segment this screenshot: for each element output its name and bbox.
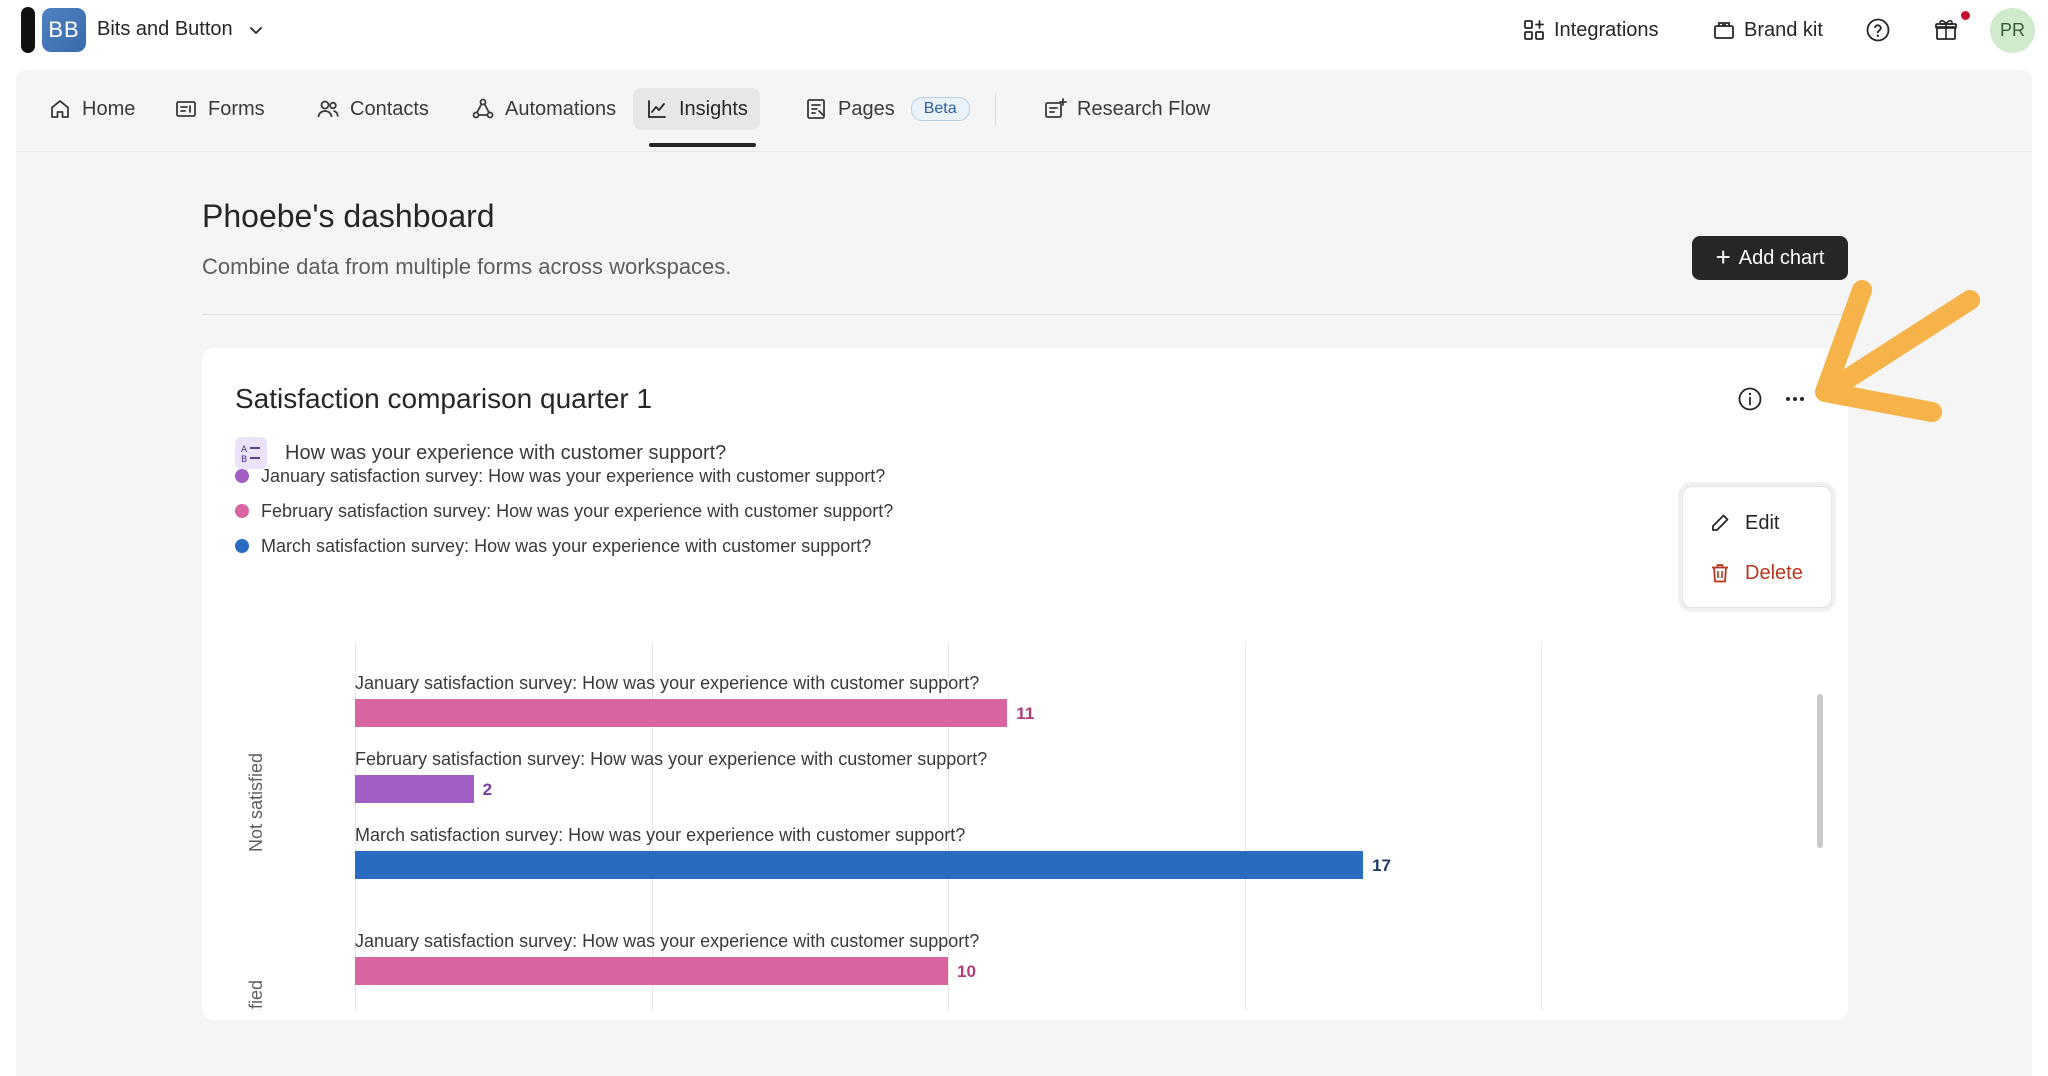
tab-forms-label: Forms	[208, 97, 265, 120]
pencil-icon	[1712, 514, 1729, 531]
trash-icon	[1712, 564, 1728, 583]
active-tab-indicator	[649, 143, 756, 147]
menu-item-label: Delete	[1745, 561, 1803, 584]
bar-label: March satisfaction survey: How was your …	[355, 825, 966, 845]
tab-insights[interactable]: Insights	[633, 88, 760, 130]
beta-badge: Beta	[910, 97, 970, 121]
plus-icon: +	[1715, 242, 1731, 272]
grid-line	[1541, 643, 1542, 1020]
sidebar-toggle[interactable]	[21, 7, 35, 53]
tab-home[interactable]: Home	[36, 88, 147, 130]
brand-kit-link[interactable]: Brand kit	[1712, 16, 1823, 44]
bar-label: January satisfaction survey: How was you…	[355, 673, 980, 693]
help-icon[interactable]	[1865, 17, 1891, 43]
bar-value: 10	[957, 962, 976, 981]
forms-icon	[176, 101, 196, 117]
grid-line	[1244, 643, 1246, 1020]
tab-contacts[interactable]: Contacts	[304, 88, 441, 130]
workspace-avatar[interactable]: BB	[42, 8, 86, 52]
notification-dot	[1961, 11, 1970, 20]
integrations-link[interactable]: Integrations	[1522, 16, 1659, 44]
tab-pages-label: Pages	[838, 97, 895, 120]
bar[interactable]	[355, 775, 474, 803]
menu-item-delete[interactable]: Delete	[1709, 557, 1803, 589]
brand-kit-label: Brand kit	[1744, 18, 1823, 41]
top-bar: BB Bits and Button Integrations Brand ki…	[0, 0, 2048, 62]
tab-research-flow[interactable]: Research Flow	[1031, 88, 1222, 130]
pages-icon	[807, 99, 825, 119]
nav-bar: Home Forms Contacts Automations Insights…	[16, 70, 2032, 152]
page-subtitle: Combine data from multiple forms across …	[202, 254, 732, 279]
tab-automations-label: Automations	[505, 97, 617, 120]
contacts-icon	[317, 100, 339, 118]
main-frame: Home Forms Contacts Automations Insights…	[16, 70, 2032, 1076]
tab-automations[interactable]: Automations	[459, 88, 628, 130]
tab-forms[interactable]: Forms	[162, 88, 277, 130]
insights-icon	[648, 100, 666, 118]
bar-label: February satisfaction survey: How was yo…	[355, 749, 988, 769]
bar-label: January satisfaction survey: How was you…	[355, 931, 980, 951]
gift-icon[interactable]	[1933, 17, 1959, 43]
home-icon	[51, 100, 69, 118]
chart-scrollbar[interactable]	[1817, 694, 1823, 848]
tab-pages[interactable]: Pages Beta	[792, 88, 982, 130]
bar-value: 2	[482, 780, 493, 799]
user-avatar[interactable]: PR	[1990, 8, 2035, 53]
tab-home-label: Home	[82, 97, 136, 120]
chart-card: Satisfaction comparison quarter 1 AB How…	[202, 348, 1848, 1020]
chevron-down-icon[interactable]	[248, 22, 264, 38]
bar-chart: January satisfaction survey: How was you…	[202, 348, 1848, 1020]
automations-icon	[472, 98, 494, 119]
menu-item-label: Edit	[1745, 511, 1780, 534]
tab-contacts-label: Contacts	[350, 97, 429, 120]
integrations-icon	[1524, 20, 1544, 40]
workspace-name[interactable]: Bits and Button	[97, 18, 233, 41]
chart-clip	[202, 1010, 1848, 1020]
bar[interactable]	[355, 957, 948, 985]
brand-kit-icon	[1714, 22, 1734, 39]
page-title: Phoebe's dashboard	[202, 198, 495, 234]
tab-insights-label: Insights	[679, 97, 748, 120]
bar-value: 11	[1016, 704, 1035, 723]
annotation-arrow	[1815, 280, 1980, 422]
tab-research-flow-label: Research Flow	[1077, 97, 1211, 120]
bar[interactable]	[355, 851, 1364, 879]
integrations-label: Integrations	[1554, 18, 1659, 41]
nav-divider	[995, 94, 996, 126]
category-label: Not satisfied	[246, 752, 266, 852]
add-chart-button[interactable]: + Add chart	[1692, 236, 1848, 280]
research-flow-icon	[1045, 98, 1067, 118]
bar-value: 17	[1372, 856, 1392, 875]
bar[interactable]	[355, 699, 1008, 727]
chart-options-menu: Edit Delete	[1682, 486, 1832, 608]
add-chart-label: Add chart	[1738, 246, 1825, 269]
menu-item-edit[interactable]: Edit	[1709, 507, 1779, 539]
section-divider	[202, 314, 1848, 315]
